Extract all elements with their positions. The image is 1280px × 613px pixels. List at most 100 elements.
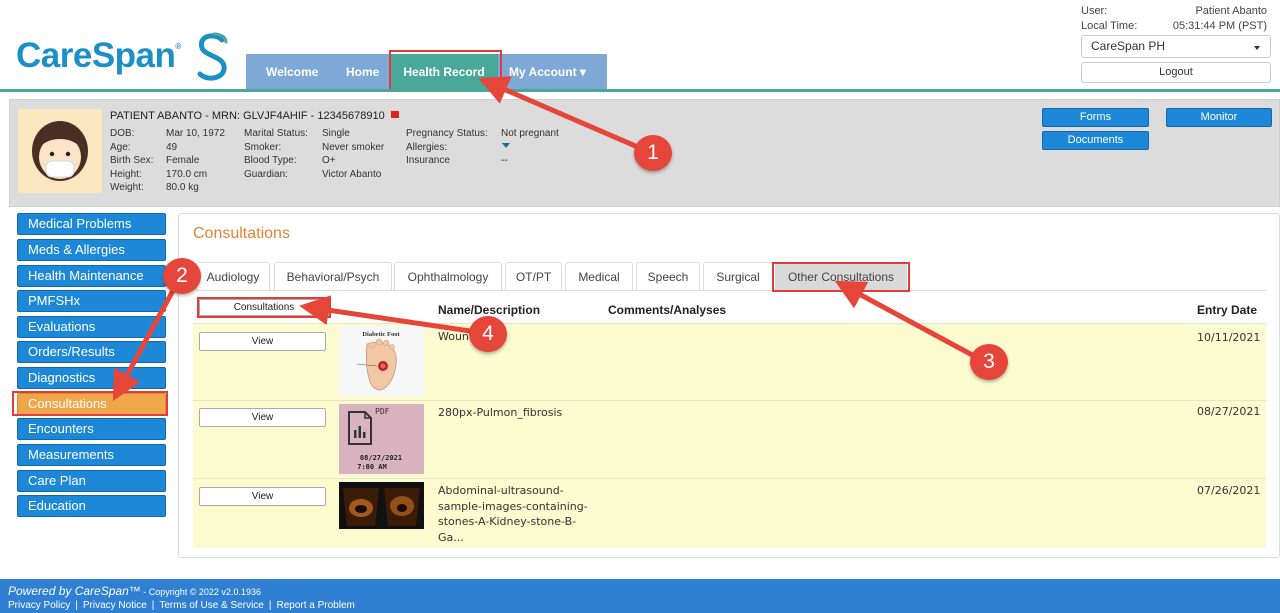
annotation-marker-3: 3 [970, 344, 1008, 380]
documents-button[interactable]: Documents [1042, 131, 1149, 150]
row-date: 08/27/2021 [1197, 405, 1261, 418]
header-divider [0, 89, 1280, 92]
tab-speech[interactable]: Speech [636, 262, 700, 291]
column-header-entry-date[interactable]: Entry Date [1197, 303, 1257, 317]
blood-type-label: Blood Type: [244, 155, 297, 166]
logo-registered-mark: ® [175, 42, 181, 51]
footer-copyright: - Copyright © 2022 v2.0.1936 [140, 587, 261, 597]
pdf-time: 7:00 AM [357, 463, 387, 471]
footer-link-terms[interactable]: Terms of Use & Service [159, 600, 263, 611]
pdf-date: 08/27/2021 [360, 454, 402, 462]
annotation-marker-4: 4 [469, 316, 507, 352]
allergies-dropdown-icon[interactable] [502, 143, 510, 148]
tab-behavioral-psych[interactable]: Behavioral/Psych [274, 262, 392, 291]
sidebar-item-health-maintenance[interactable]: Health Maintenance [17, 265, 166, 287]
row-name: Wound [438, 330, 476, 343]
sidebar-item-education[interactable]: Education [17, 495, 166, 517]
logo-wordmark: CareSpan [16, 36, 176, 75]
patient-header: PATIENT ABANTO - MRN: GLVJF4AHIF - 12345… [110, 110, 399, 122]
footer: Powered by CareSpan™ - Copyright © 2022 … [0, 579, 1280, 613]
smoker-label: Smoker: [244, 141, 282, 153]
age-value: 49 [166, 141, 178, 153]
age-label: Age: [110, 141, 131, 153]
thumbnail-caption: Diabetic Foot [362, 331, 400, 338]
patient-col3-labels: Pregnancy Status: Allergies: Insurance [406, 127, 488, 168]
height-label: Height: [110, 168, 142, 180]
tab-medical[interactable]: Medical [565, 262, 633, 291]
marital-status-value: Single [322, 128, 350, 139]
tab-ophthalmology[interactable]: Ophthalmology [394, 262, 502, 291]
flag-icon[interactable] [390, 110, 399, 118]
tab-ot-pt[interactable]: OT/PT [505, 262, 562, 291]
weight-label: Weight: [110, 182, 144, 193]
view-button[interactable]: View [199, 487, 326, 506]
row-name: 280px-Pulmon_fibrosis [438, 406, 563, 419]
highlight-box-other-consultations [772, 262, 910, 292]
smoker-value: Never smoker [322, 141, 385, 153]
dob-label: DOB: [110, 128, 135, 139]
nav-tab-home[interactable]: Home [346, 54, 379, 89]
blood-type-value: O+ [322, 155, 336, 166]
pregnancy-status-value: Not pregnant [501, 128, 559, 139]
view-button[interactable]: View [199, 332, 326, 351]
patient-col2-labels: Marital Status: Smoker: Blood Type: Guar… [244, 127, 308, 181]
column-header-name[interactable]: Name/Description [438, 303, 540, 317]
footer-link-privacy-notice[interactable]: Privacy Notice [83, 600, 147, 611]
tab-surgical[interactable]: Surgical [703, 262, 773, 291]
annotation-marker-2: 2 [163, 258, 201, 294]
guardian-label: Guardian: [244, 168, 288, 180]
carespan-s-icon [197, 32, 228, 81]
ultrasound-thumbnail[interactable] [339, 482, 424, 529]
sidebar-item-evaluations[interactable]: Evaluations [17, 316, 166, 338]
carespan-logo[interactable]: CareSpan® [16, 32, 236, 84]
sidebar-item-care-plan[interactable]: Care Plan [17, 470, 166, 492]
organization-selected: CareSpan PH [1091, 39, 1166, 53]
sidebar-item-encounters[interactable]: Encounters [17, 418, 166, 440]
tab-audiology[interactable]: Audiology [196, 262, 270, 291]
patient-col1-values: Mar 10, 1972 49 Female 170.0 cm 80.0 kg [166, 127, 225, 195]
birth-sex-label: Birth Sex: [110, 155, 154, 166]
weight-value: 80.0 kg [166, 182, 199, 193]
sidebar-item-diagnostics[interactable]: Diagnostics [17, 367, 166, 389]
annotation-marker-1: 1 [634, 135, 672, 171]
forms-button[interactable]: Forms [1042, 108, 1149, 127]
patient-col1-labels: DOB: Age: Birth Sex: Height: Weight: [110, 127, 153, 195]
insurance-value: -- [501, 155, 508, 166]
guardian-value: Victor Abanto [322, 168, 382, 180]
nav-tab-my-account[interactable]: My Account ▾ [509, 54, 586, 89]
organization-select[interactable]: CareSpan PH [1081, 35, 1271, 58]
page-title: Consultations [193, 225, 290, 242]
footer-powered-by: Powered by CareSpan™ [8, 584, 141, 598]
birth-sex-value: Female [166, 155, 200, 166]
sidebar-item-measurements[interactable]: Measurements [17, 444, 166, 466]
row-name: Abdominal-ultrasound-sample-images-conta… [438, 484, 588, 544]
local-time-value: 05:31:44 PM (PST) [1172, 20, 1267, 32]
footer-link-privacy-policy[interactable]: Privacy Policy [8, 600, 70, 611]
pdf-thumbnail[interactable]: PDF 08/27/2021 7:00 AM [339, 404, 424, 474]
logout-button[interactable]: Logout [1081, 62, 1271, 83]
tabs-divider [196, 290, 1266, 291]
user-label: User: [1081, 5, 1108, 17]
row-date: 07/26/2021 [1197, 484, 1261, 497]
view-button[interactable]: View [199, 408, 326, 427]
footer-link-report-problem[interactable]: Report a Problem [276, 600, 354, 611]
chevron-down-icon [1254, 46, 1260, 50]
patient-name-mrn: PATIENT ABANTO - MRN: GLVJF4AHIF - 12345… [110, 110, 385, 122]
sidebar-item-meds-allergies[interactable]: Meds & Allergies [17, 239, 166, 261]
pregnancy-status-label: Pregnancy Status: [406, 128, 488, 139]
sidebar-item-pmfshx[interactable]: PMFSHx [17, 290, 166, 312]
marital-status-label: Marital Status: [244, 128, 308, 139]
highlight-box-filter [197, 297, 331, 318]
sidebar-item-medical-problems[interactable]: Medical Problems [17, 213, 166, 235]
monitor-button[interactable]: Monitor [1166, 108, 1272, 127]
user-name: Patient Abanto [1195, 5, 1267, 17]
dob-value: Mar 10, 1972 [166, 128, 225, 139]
local-time-label: Local Time: [1081, 20, 1138, 32]
column-header-comments[interactable]: Comments/Analyses [608, 303, 726, 317]
height-value: 170.0 cm [166, 168, 208, 180]
row-date: 10/11/2021 [1197, 331, 1261, 344]
sidebar-item-orders-results[interactable]: Orders/Results [17, 341, 166, 363]
patient-col2-values: Single Never smoker O+ Victor Abanto [322, 127, 384, 181]
diabetic-foot-thumbnail[interactable]: Diabetic Foot [339, 326, 424, 396]
nav-tab-welcome[interactable]: Welcome [266, 54, 318, 89]
